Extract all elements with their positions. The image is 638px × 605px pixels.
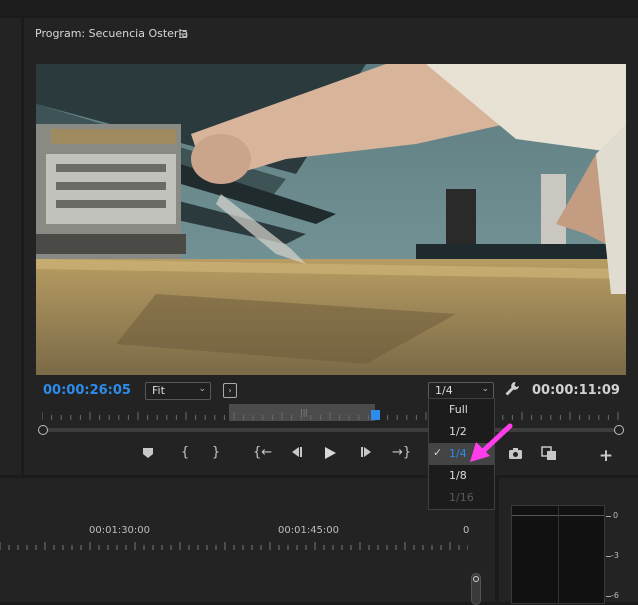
timeline-vertical-scroll[interactable] xyxy=(471,573,481,605)
panel-title[interactable]: Program: Secuencia Osteria xyxy=(35,27,188,40)
top-bar xyxy=(0,0,638,16)
mark-in-icon[interactable]: { xyxy=(176,445,194,460)
meter-db-label: 0 xyxy=(613,511,619,520)
time-ruler[interactable] xyxy=(42,412,620,422)
settings-toggle-icon[interactable]: › xyxy=(223,383,237,398)
chevron-down-icon: ⌄ xyxy=(481,384,489,394)
timeline-ruler-label: 0 xyxy=(463,525,470,536)
video-preview xyxy=(36,64,626,375)
resolution-option-label: 1/8 xyxy=(449,469,467,482)
source-panel-edge xyxy=(0,18,21,475)
current-timecode[interactable]: 00:00:26:05 xyxy=(43,383,131,398)
resolution-option-sixteenth: 1/16 xyxy=(429,487,494,509)
meter-db-label: -3 xyxy=(611,551,619,560)
meter-db-label: -6 xyxy=(611,591,619,600)
play-icon[interactable] xyxy=(321,446,339,464)
annotation-arrow-icon xyxy=(470,423,513,462)
scroll-left-handle[interactable] xyxy=(38,425,48,435)
resolution-option-full[interactable]: Full xyxy=(429,399,494,421)
meter-divider xyxy=(558,506,559,603)
plus-icon[interactable]: + xyxy=(597,446,615,466)
zoom-level-value: Fit xyxy=(152,384,165,397)
step-back-icon[interactable] xyxy=(287,446,305,462)
compare-icon[interactable] xyxy=(540,446,558,465)
checkmark-icon: ✓ xyxy=(433,446,443,459)
zoom-level-select[interactable]: Fit ⌄ xyxy=(145,382,211,400)
chevron-down-icon: ⌄ xyxy=(198,384,206,394)
duration-timecode: 00:00:11:09 xyxy=(532,383,620,398)
video-frame-image xyxy=(36,64,626,375)
resolution-option-eighth[interactable]: 1/8 xyxy=(429,465,494,487)
resolution-option-label: 1/16 xyxy=(449,491,474,504)
timeline-panel xyxy=(0,478,495,602)
meter-tick xyxy=(606,516,611,517)
playhead[interactable] xyxy=(371,410,380,420)
timeline-ruler-label: 00:01:30:00 xyxy=(89,525,151,536)
scroll-right-handle[interactable] xyxy=(614,425,624,435)
playback-resolution-value: 1/4 xyxy=(435,384,453,397)
timeline-ruler-label: 00:01:45:00 xyxy=(278,525,340,536)
go-to-in-icon[interactable]: {← xyxy=(253,445,272,460)
audio-meter xyxy=(511,505,605,604)
timeline-ruler[interactable] xyxy=(0,542,468,550)
step-forward-icon[interactable] xyxy=(358,446,376,462)
marker-icon[interactable] xyxy=(139,447,157,463)
mark-out-icon[interactable]: } xyxy=(207,445,225,460)
go-to-out-icon[interactable]: →} xyxy=(392,445,411,460)
scroll-handle-knob[interactable] xyxy=(473,576,479,582)
resolution-option-label: 1/4 xyxy=(449,447,467,460)
zoom-scroll-bar[interactable] xyxy=(44,428,618,432)
resolution-option-label: 1/2 xyxy=(449,425,467,438)
resolution-option-label: Full xyxy=(449,403,468,416)
wrench-settings-icon[interactable] xyxy=(504,381,520,401)
hamburger-menu-icon[interactable]: ☰ xyxy=(178,28,188,41)
